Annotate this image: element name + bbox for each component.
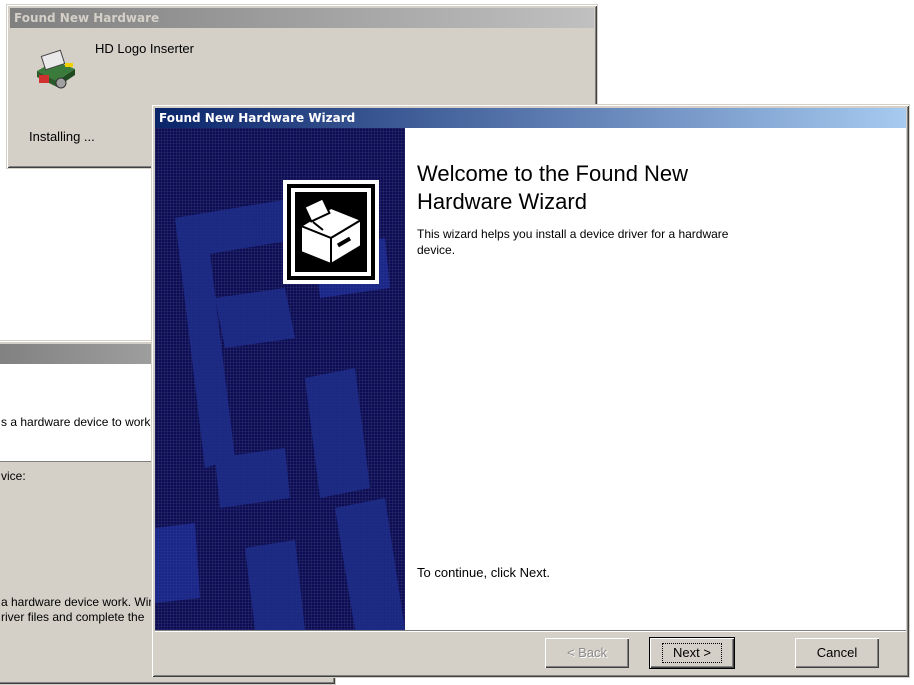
window-title: Found New Hardware Wizard <box>159 111 356 125</box>
header-subtitle: s a hardware device to work with <box>1 415 176 429</box>
title-bar[interactable]: Found New Hardware <box>10 8 594 28</box>
wizard-content: Welcome to the Found New Hardware Wizard… <box>405 128 906 630</box>
wizard-heading: Welcome to the Found New Hardware Wizard <box>417 161 689 214</box>
found-new-hardware-wizard-window: Found New Hardware Wizard Welcome to the… <box>151 104 910 678</box>
device-label: vice: <box>1 469 26 483</box>
device-name: HD Logo Inserter <box>95 41 194 56</box>
hardware-device-icon <box>37 49 75 89</box>
title-bar[interactable]: Found New Hardware Wizard <box>155 108 906 128</box>
wizard-description: This wizard helps you install a device d… <box>417 227 729 257</box>
back-button[interactable]: < Back <box>545 638 629 668</box>
button-row: < Back Next > Cancel <box>155 630 906 674</box>
next-button[interactable]: Next > <box>650 638 734 668</box>
wizard-side-panel <box>155 128 405 630</box>
install-status: Installing ... <box>29 129 95 144</box>
window-title: Found New Hardware <box>14 11 160 25</box>
hardware-wizard-icon <box>283 180 379 284</box>
next-button-label: Next > <box>662 643 722 663</box>
continue-instruction: To continue, click Next. <box>417 565 550 580</box>
cancel-button[interactable]: Cancel <box>795 638 879 668</box>
